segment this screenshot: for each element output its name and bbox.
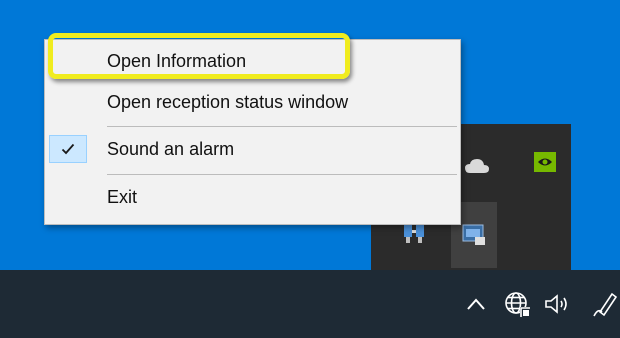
menu-item-sound-alarm[interactable]: Sound an alarm <box>45 132 460 166</box>
menu-item-label: Open reception status window <box>107 91 349 112</box>
menu-item-open-reception-status[interactable]: Open reception status window <box>45 85 460 119</box>
menu-separator <box>107 174 457 175</box>
cloud-icon[interactable] <box>463 152 491 180</box>
chevron-up-icon[interactable] <box>466 290 486 318</box>
highlight-box <box>48 33 350 79</box>
globe-icon[interactable] <box>503 290 531 318</box>
menu-item-label: Sound an alarm <box>107 138 235 159</box>
taskbar <box>0 270 620 338</box>
nvidia-icon[interactable] <box>531 148 559 176</box>
speaker-icon[interactable] <box>543 290 573 318</box>
menu-separator <box>107 126 457 127</box>
pen-icon[interactable] <box>592 290 618 318</box>
menu-item-label: Exit <box>107 186 138 207</box>
menu-item-exit[interactable]: Exit <box>45 180 460 214</box>
checkmark-icon <box>49 135 87 163</box>
